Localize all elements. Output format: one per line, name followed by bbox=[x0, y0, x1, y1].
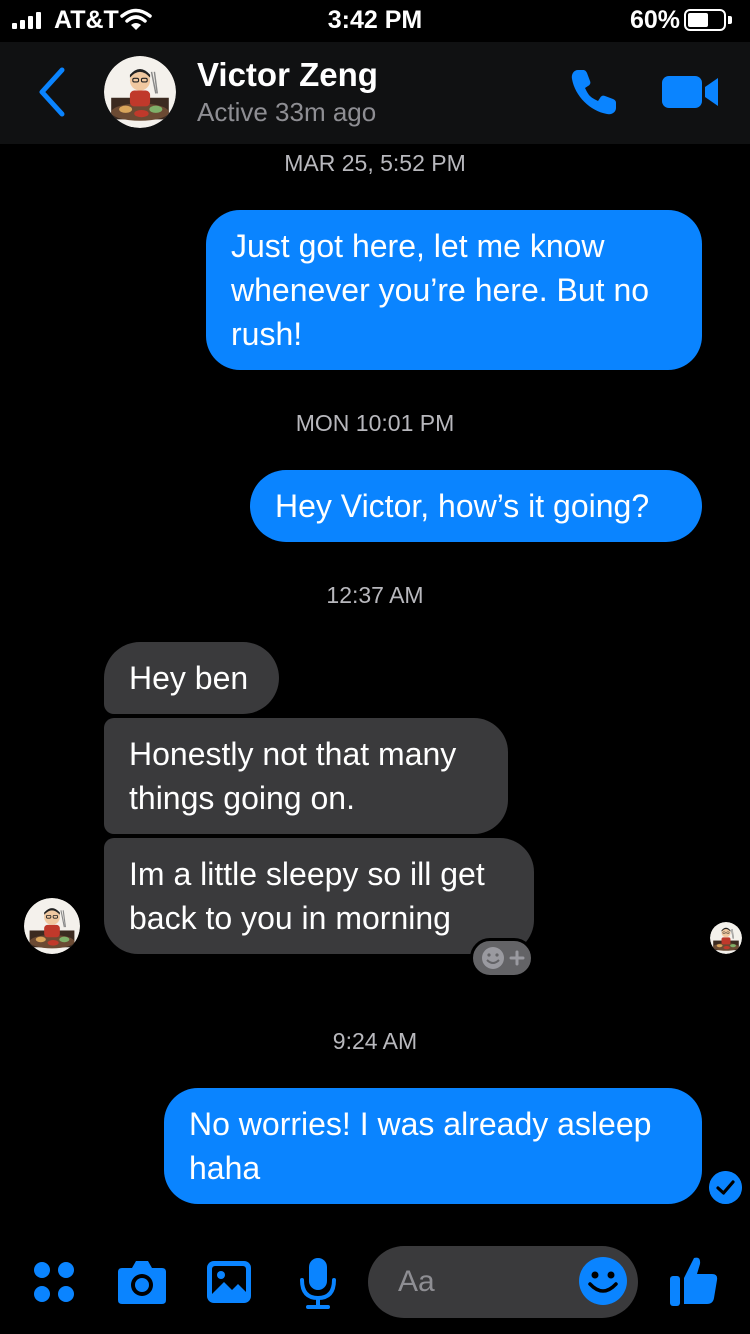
message-line: Hey ben bbox=[129, 660, 249, 696]
battery-icon bbox=[684, 9, 726, 31]
battery-level bbox=[688, 13, 708, 27]
conversation-header: Victor Zeng Active 33m ago bbox=[0, 42, 750, 144]
outgoing-message[interactable]: Just got here, let me know whenever you’… bbox=[206, 210, 702, 370]
timestamp-divider: 9:24 AM bbox=[332, 1028, 418, 1054]
timestamp-divider: 12:37 AM bbox=[326, 582, 424, 608]
seen-check-icon bbox=[709, 1171, 742, 1204]
active-status: Active 33m ago bbox=[197, 97, 377, 127]
message-line: No worries! I was already asleep bbox=[189, 1106, 652, 1142]
back-chevron-icon[interactable] bbox=[34, 64, 70, 120]
message-line: Just got here, let me know bbox=[231, 228, 605, 264]
video-camera-icon[interactable] bbox=[662, 72, 720, 112]
thumbs-up-icon[interactable] bbox=[668, 1254, 720, 1308]
apps-grid-icon[interactable] bbox=[32, 1260, 76, 1304]
status-bar: AT&T 3:42 PM 60% bbox=[0, 0, 750, 42]
contact-avatar[interactable] bbox=[104, 56, 176, 128]
battery-nub bbox=[728, 16, 732, 24]
message-composer bbox=[0, 1230, 750, 1334]
incoming-message[interactable]: Hey ben bbox=[104, 642, 279, 714]
message-line: haha bbox=[189, 1150, 261, 1186]
emoji-icon[interactable] bbox=[578, 1256, 628, 1306]
outgoing-message[interactable]: No worries! I was already asleep haha bbox=[164, 1088, 702, 1204]
photo-icon[interactable] bbox=[206, 1260, 252, 1304]
message-line: back to you in morning bbox=[129, 900, 451, 936]
message-line: things going on. bbox=[129, 780, 355, 816]
message-line: Im a little sleepy so ill get bbox=[129, 856, 485, 892]
timestamp-divider: MON 10:01 PM bbox=[295, 410, 455, 436]
timestamp-divider: MAR 25, 5:52 PM bbox=[284, 150, 466, 176]
message-line: rush! bbox=[231, 316, 303, 352]
camera-icon[interactable] bbox=[116, 1258, 168, 1306]
incoming-message[interactable]: Honestly not that many things going on. bbox=[104, 718, 508, 834]
battery-percent: 60% bbox=[629, 6, 680, 34]
incoming-message[interactable]: Im a little sleepy so ill get back to yo… bbox=[104, 838, 534, 954]
outgoing-message[interactable]: Hey Victor, how’s it going? bbox=[250, 470, 702, 542]
sender-avatar[interactable] bbox=[24, 898, 80, 954]
contact-name[interactable]: Victor Zeng bbox=[197, 56, 378, 94]
message-line: whenever you’re here. But no bbox=[231, 272, 650, 308]
read-receipt-avatar bbox=[710, 922, 742, 954]
add-reaction-icon[interactable] bbox=[470, 938, 534, 978]
phone-icon[interactable] bbox=[568, 66, 620, 118]
message-line: Hey Victor, how’s it going? bbox=[275, 488, 650, 524]
microphone-icon[interactable] bbox=[298, 1256, 338, 1310]
message-line: Honestly not that many bbox=[129, 736, 457, 772]
